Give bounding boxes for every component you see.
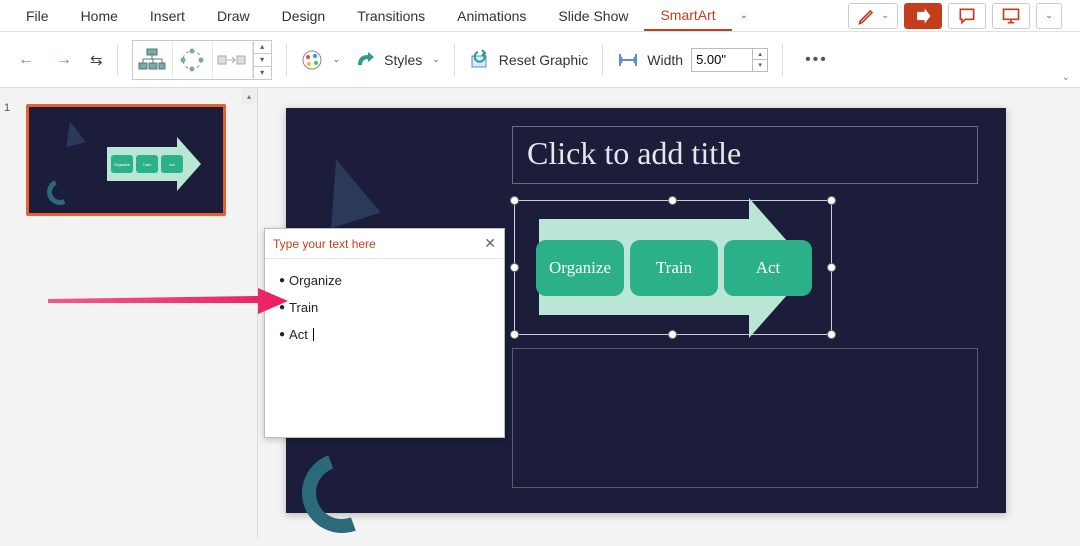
width-icon <box>617 49 639 71</box>
decorative-ring <box>289 440 395 546</box>
text-pane-item[interactable]: ● Act <box>271 321 498 348</box>
content-placeholder[interactable] <box>512 348 978 488</box>
divider <box>117 44 118 76</box>
tab-transitions[interactable]: Transitions <box>341 2 441 30</box>
colors-group[interactable]: ⌄ <box>301 49 341 71</box>
width-spinner[interactable]: ▴ ▾ <box>753 48 768 72</box>
text-pane-header: Type your text here ✕ <box>265 229 504 259</box>
decorative-cone <box>311 152 380 229</box>
divider <box>454 44 455 76</box>
resize-handle[interactable] <box>510 263 519 272</box>
decorative-cone <box>60 119 86 147</box>
chevron-up-icon[interactable]: ▴ <box>753 49 767 61</box>
nav-back-icon[interactable]: ← <box>14 47 38 73</box>
reset-label: Reset Graphic <box>499 52 588 68</box>
slide-number: 1 <box>4 102 10 114</box>
text-pane-item-text: Organize <box>289 273 342 288</box>
reset-icon <box>469 49 491 71</box>
tab-draw[interactable]: Draw <box>201 2 266 30</box>
collapse-ribbon-icon[interactable]: ⌄ <box>1062 72 1070 83</box>
tab-insert[interactable]: Insert <box>134 2 201 30</box>
text-pane-item-text: Train <box>289 300 318 315</box>
layout-option-1[interactable] <box>133 42 173 78</box>
present-button[interactable] <box>992 3 1030 29</box>
chevron-down-icon: ⌄ <box>333 54 341 65</box>
share-button[interactable] <box>904 3 942 29</box>
divider <box>286 44 287 76</box>
close-icon[interactable]: ✕ <box>484 235 496 252</box>
chevron-down-icon[interactable]: ▾ <box>254 67 271 79</box>
title-placeholder[interactable]: Click to add title <box>512 126 978 184</box>
styles-group[interactable]: Styles ⌄ <box>354 49 440 71</box>
share-icon <box>913 6 933 26</box>
divider <box>602 44 603 76</box>
text-pane-title: Type your text here <box>273 237 376 251</box>
chevron-down-icon[interactable]: ▾ <box>753 60 767 71</box>
decorative-ring <box>43 175 76 208</box>
layout-option-2[interactable] <box>173 42 213 78</box>
smartart-toolbar: ← → ⇆ ▴ ▾ ▾ ⌄ Styles ⌄ Reset Graphic <box>0 32 1080 88</box>
editing-button[interactable]: ⌄ <box>848 3 898 29</box>
scroll-up-icon[interactable]: ▴ <box>241 88 257 104</box>
reset-group[interactable]: Reset Graphic <box>469 49 588 71</box>
chevron-down-icon: ⌄ <box>881 10 889 21</box>
workspace: ▴ 1 Organize Train Act Click to add titl… <box>0 88 1080 539</box>
resize-handle[interactable] <box>827 330 836 339</box>
tab-overflow-chevron-icon[interactable]: ⌄ <box>732 4 756 27</box>
resize-handle[interactable] <box>668 330 677 339</box>
layout-option-3[interactable] <box>213 42 253 78</box>
text-pane-item[interactable]: ● Organize <box>271 267 498 294</box>
bullet-icon: ● <box>279 329 285 340</box>
tab-home[interactable]: Home <box>65 2 134 30</box>
width-group: Width ▴ ▾ <box>617 48 768 72</box>
chevron-down-icon: ⌄ <box>432 54 440 65</box>
more-options-icon[interactable]: ••• <box>797 51 836 69</box>
ribbon-tabs: File Home Insert Draw Design Transitions… <box>0 0 1080 32</box>
resize-handle[interactable] <box>510 196 519 205</box>
tab-design[interactable]: Design <box>266 2 342 30</box>
bullet-icon: ● <box>279 302 285 313</box>
cycle-icon <box>177 47 207 73</box>
change-colors-icon <box>301 49 323 71</box>
present-icon <box>1001 6 1021 26</box>
resize-handle[interactable] <box>827 263 836 272</box>
thumb-box-2: Train <box>136 155 158 173</box>
chevron-down-icon[interactable]: ▾ <box>254 54 271 67</box>
nav-forward-icon[interactable]: → <box>52 47 76 73</box>
slide-thumbnail-1[interactable]: Organize Train Act <box>26 104 226 216</box>
nav-sync-icon[interactable]: ⇆ <box>90 51 103 69</box>
tab-slideshow[interactable]: Slide Show <box>542 2 644 30</box>
pencil-icon <box>857 6 877 26</box>
thumb-box-3: Act <box>161 155 183 173</box>
divider <box>782 44 783 76</box>
text-caret <box>313 328 314 341</box>
resize-handle[interactable] <box>510 330 519 339</box>
smartart-text-pane[interactable]: Type your text here ✕ ● Organize ● Train ●… <box>264 228 505 438</box>
tab-file[interactable]: File <box>10 2 65 30</box>
resize-handle[interactable] <box>827 196 836 205</box>
tab-animations[interactable]: Animations <box>441 2 542 30</box>
comment-icon <box>957 6 977 26</box>
bullet-icon: ● <box>279 275 285 286</box>
width-input[interactable] <box>691 48 753 72</box>
width-label: Width <box>647 52 683 68</box>
chevron-down-icon: ⌄ <box>1045 10 1053 21</box>
resize-handle[interactable] <box>668 196 677 205</box>
hierarchy-icon <box>137 47 167 73</box>
text-pane-item-text: Act <box>289 327 308 342</box>
present-dropdown[interactable]: ⌄ <box>1036 3 1062 29</box>
slide-thumbnail-panel: ▴ 1 Organize Train Act <box>0 88 258 539</box>
comments-button[interactable] <box>948 3 986 29</box>
gallery-expand[interactable]: ▴ ▾ ▾ <box>253 41 271 79</box>
styles-icon <box>354 49 376 71</box>
process-icon <box>217 47 247 73</box>
text-pane-item[interactable]: ● Train <box>271 294 498 321</box>
tab-smartart[interactable]: SmartArt <box>644 1 731 31</box>
layout-gallery[interactable]: ▴ ▾ ▾ <box>132 40 272 80</box>
text-pane-body[interactable]: ● Organize ● Train ● Act <box>265 259 504 356</box>
smartart-selection-frame[interactable] <box>514 200 832 335</box>
styles-label: Styles <box>384 52 422 68</box>
thumb-box-1: Organize <box>111 155 133 173</box>
chevron-up-icon[interactable]: ▴ <box>254 41 271 54</box>
